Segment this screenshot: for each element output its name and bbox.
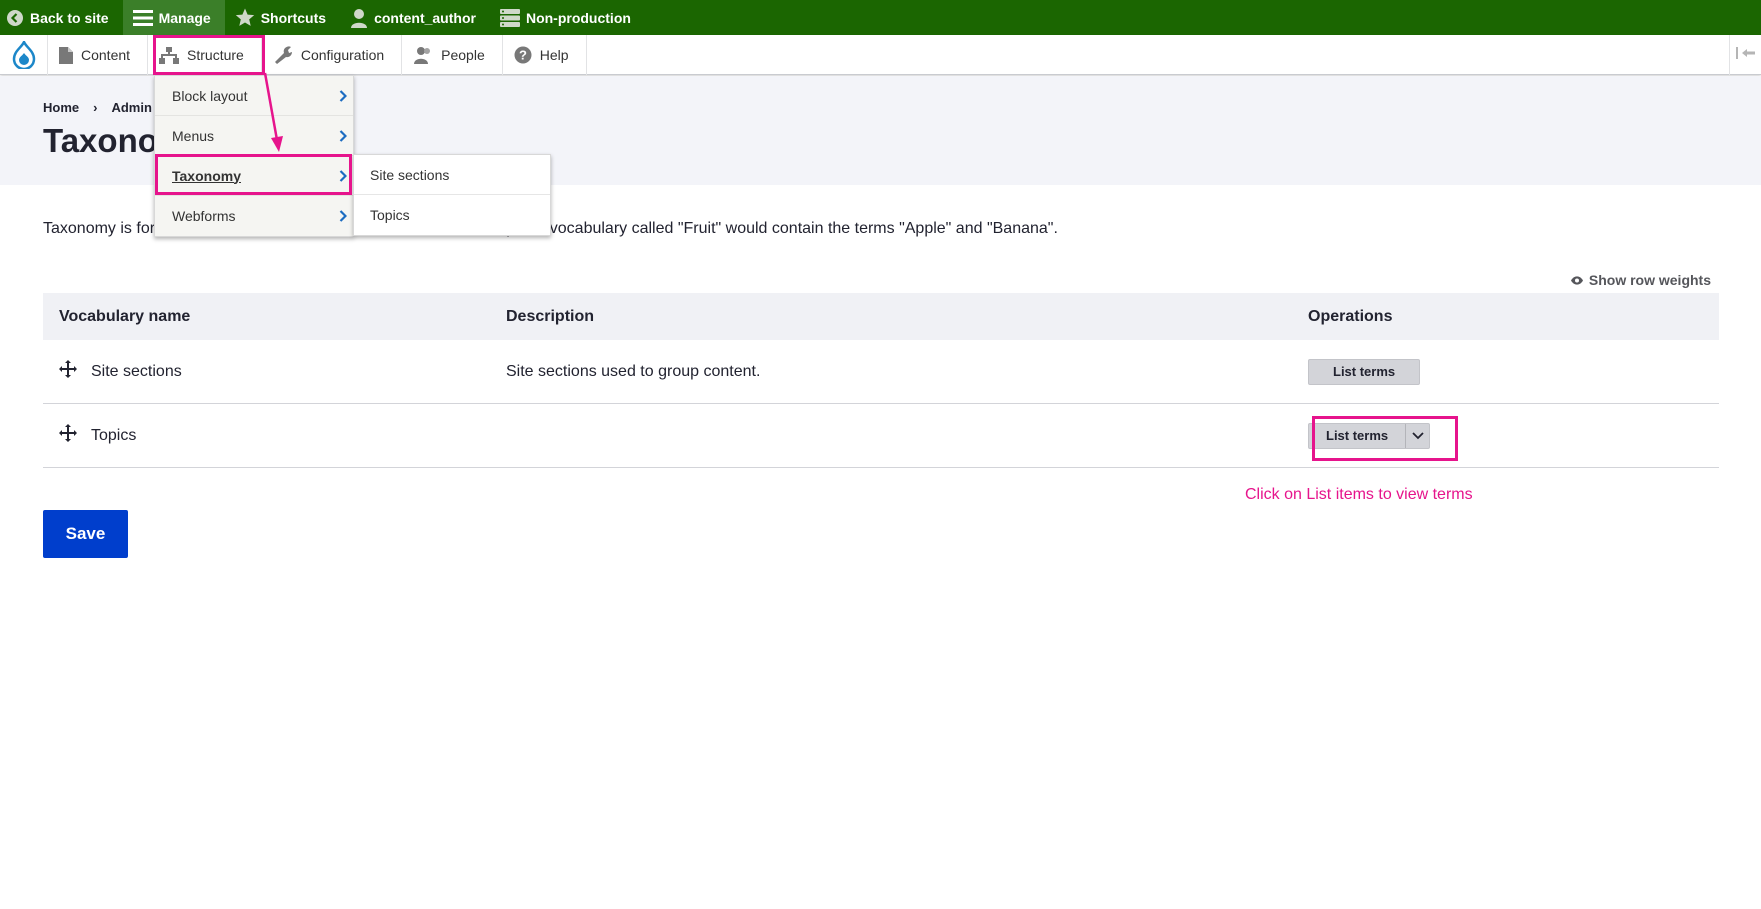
back-to-site-link[interactable]: Back to site — [0, 0, 123, 35]
wrench-icon — [273, 46, 293, 64]
breadcrumb-admin[interactable]: Admin — [111, 100, 151, 115]
vocabulary-name: Site sections — [91, 362, 182, 380]
chevron-right-icon — [339, 129, 347, 142]
people-icon — [413, 46, 433, 64]
star-icon — [235, 8, 255, 27]
menu-item-menus[interactable]: Menus — [155, 116, 353, 156]
drag-handle-icon[interactable] — [59, 424, 77, 447]
admin-toolbar: Back to site Manage Shortcuts content_au… — [0, 0, 1761, 35]
server-icon — [499, 8, 520, 27]
drag-handle-icon[interactable] — [59, 360, 77, 383]
submenu-item-site-sections[interactable]: Site sections — [354, 155, 550, 195]
breadcrumb-home[interactable]: Home — [43, 100, 79, 115]
document-icon — [59, 46, 73, 64]
breadcrumb: Home › Admin — [43, 100, 152, 115]
eye-icon — [1570, 272, 1583, 288]
chevron-right-icon — [339, 89, 347, 102]
annotation-highlight-structure — [153, 35, 265, 75]
vocabulary-name: Topics — [91, 426, 137, 444]
submenu-item-topics[interactable]: Topics — [354, 195, 550, 235]
table-row: Site sections Site sections used to grou… — [43, 340, 1719, 404]
show-row-weights-button[interactable]: Show row weights — [1570, 272, 1711, 288]
tab-content[interactable]: Content — [48, 35, 149, 75]
annotation-highlight-list-terms — [1312, 416, 1458, 461]
tab-help[interactable]: ? Help — [503, 35, 587, 75]
svg-text:?: ? — [519, 48, 527, 63]
column-header-name: Vocabulary name — [59, 307, 191, 325]
annotation-highlight-taxonomy — [155, 154, 352, 195]
annotation-text: Click on List items to view terms — [1245, 486, 1473, 503]
tab-configuration[interactable]: Configuration — [262, 35, 403, 75]
breadcrumb-separator: › — [93, 100, 98, 115]
hamburger-icon — [132, 9, 153, 27]
chevron-right-icon — [339, 210, 347, 222]
drupal-drop-icon — [12, 41, 35, 69]
user-icon — [350, 8, 368, 28]
manage-tab[interactable]: Manage — [122, 0, 225, 35]
vocabulary-table: Vocabulary name Description Operations S… — [43, 293, 1719, 468]
tab-people[interactable]: People — [402, 35, 503, 75]
column-header-description: Description — [506, 307, 595, 325]
help-icon: ? — [514, 46, 532, 64]
annotation-arrow — [263, 72, 283, 152]
menu-item-block-layout[interactable]: Block layout — [155, 76, 353, 116]
drupal-logo[interactable] — [0, 35, 48, 75]
arrow-left-bar-icon — [1735, 46, 1756, 64]
save-button[interactable]: Save — [43, 510, 128, 558]
environment-indicator[interactable]: Non-production — [490, 0, 645, 35]
table-header: Vocabulary name Description Operations — [43, 293, 1719, 340]
vocabulary-description: Site sections used to group content. — [506, 362, 761, 380]
orientation-toggle[interactable] — [1729, 35, 1761, 75]
shortcuts-tab[interactable]: Shortcuts — [225, 0, 340, 35]
back-icon — [6, 9, 24, 27]
table-row: Topics List terms — [43, 404, 1719, 468]
taxonomy-submenu: Site sections Topics — [353, 154, 551, 236]
list-terms-button[interactable]: List terms — [1308, 358, 1421, 385]
user-tab[interactable]: content_author — [340, 0, 490, 35]
menu-item-webforms[interactable]: Webforms — [155, 196, 353, 236]
column-header-operations: Operations — [1308, 307, 1393, 325]
